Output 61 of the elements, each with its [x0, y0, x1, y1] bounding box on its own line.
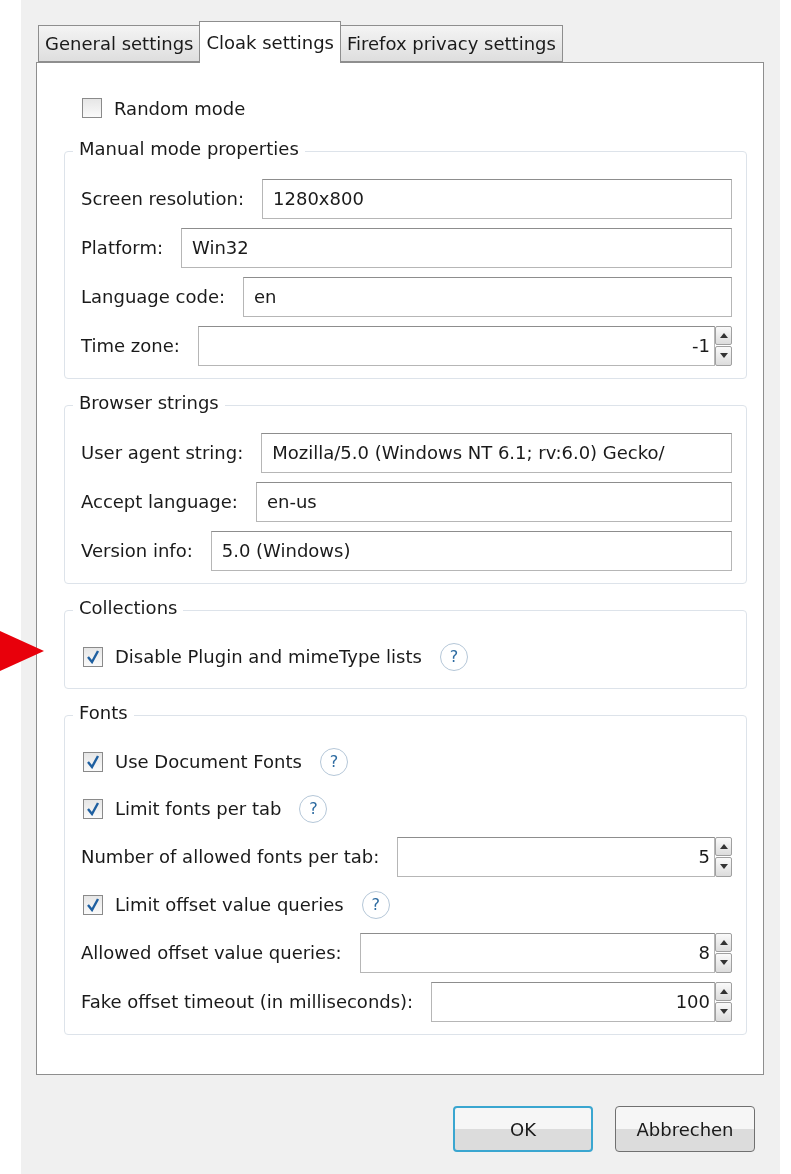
- field-label: Accept language:: [81, 491, 238, 512]
- spin-up-button[interactable]: [715, 981, 732, 1001]
- checkmark-icon: [86, 754, 100, 769]
- number-field[interactable]: 8: [359, 932, 715, 973]
- spin-up-button[interactable]: [715, 325, 732, 345]
- group-title: Manual mode properties: [73, 138, 305, 159]
- checkbox[interactable]: [83, 798, 103, 819]
- down-arrow-icon: [719, 864, 728, 870]
- spin-down-button[interactable]: [715, 346, 732, 366]
- checkmark-icon: [86, 649, 100, 664]
- help-button[interactable]: ?: [361, 890, 390, 919]
- text-field[interactable]: Mozilla/5.0 (Windows NT 6.1; rv:6.0) Gecko/: [261, 432, 732, 473]
- text-field[interactable]: en-us: [255, 481, 732, 522]
- field-label: Version info:: [81, 540, 193, 561]
- checkbox-label: Use Document Fonts: [115, 751, 302, 772]
- group-title: Browser strings: [73, 392, 225, 413]
- tab[interactable]: Firefox privacy settings: [340, 25, 563, 62]
- help-button[interactable]: ?: [439, 642, 468, 671]
- spin-up-button[interactable]: [715, 836, 732, 856]
- up-arrow-icon: [719, 939, 728, 945]
- number-field[interactable]: 5: [397, 836, 715, 877]
- checkbox[interactable]: [83, 751, 103, 772]
- number-field[interactable]: 100: [431, 981, 715, 1022]
- dialog-button[interactable]: Abbrechen: [615, 1106, 755, 1152]
- down-arrow-icon: [719, 960, 728, 966]
- help-button[interactable]: ?: [319, 747, 348, 776]
- field-label: Allowed offset value queries:: [81, 942, 342, 963]
- checkmark-icon: [86, 801, 100, 816]
- tab[interactable]: Cloak settings: [199, 21, 341, 63]
- checkbox[interactable]: [83, 646, 103, 667]
- spin-up-button[interactable]: [715, 932, 732, 952]
- spin-down-button[interactable]: [715, 1002, 732, 1022]
- dialog-button[interactable]: OK: [453, 1106, 593, 1152]
- field-label: Time zone:: [81, 335, 180, 356]
- checkbox-label: Disable Plugin and mimeType lists: [115, 646, 422, 667]
- help-button[interactable]: ?: [299, 794, 328, 823]
- down-arrow-icon: [719, 353, 728, 359]
- spin-down-button[interactable]: [715, 953, 732, 973]
- down-arrow-icon: [719, 1009, 728, 1015]
- checkbox[interactable]: [82, 98, 102, 118]
- field-label: Number of allowed fonts per tab:: [81, 846, 380, 867]
- field-label: Screen resolution:: [81, 188, 245, 209]
- up-arrow-icon: [719, 332, 728, 338]
- text-field[interactable]: 1280x800: [262, 178, 732, 219]
- checkbox-label: Limit offset value queries: [115, 894, 344, 915]
- spin-down-button[interactable]: [715, 857, 732, 877]
- text-field[interactable]: Win32: [181, 227, 732, 268]
- checkmark-icon: [86, 897, 100, 912]
- text-field[interactable]: 5.0 (Windows): [210, 530, 732, 571]
- checkbox-label: Limit fonts per tab: [115, 798, 282, 819]
- field-label: Platform:: [81, 237, 163, 258]
- checkbox-label: Random mode: [114, 97, 246, 119]
- up-arrow-icon: [719, 843, 728, 849]
- checkbox[interactable]: [83, 894, 103, 915]
- tab[interactable]: General settings: [38, 25, 201, 62]
- text-field[interactable]: en: [243, 276, 732, 317]
- number-field[interactable]: -1: [197, 325, 715, 366]
- field-label: Language code:: [81, 286, 226, 307]
- field-label: Fake offset timeout (in milliseconds):: [81, 991, 414, 1012]
- field-label: User agent string:: [81, 442, 244, 463]
- up-arrow-icon: [719, 988, 728, 994]
